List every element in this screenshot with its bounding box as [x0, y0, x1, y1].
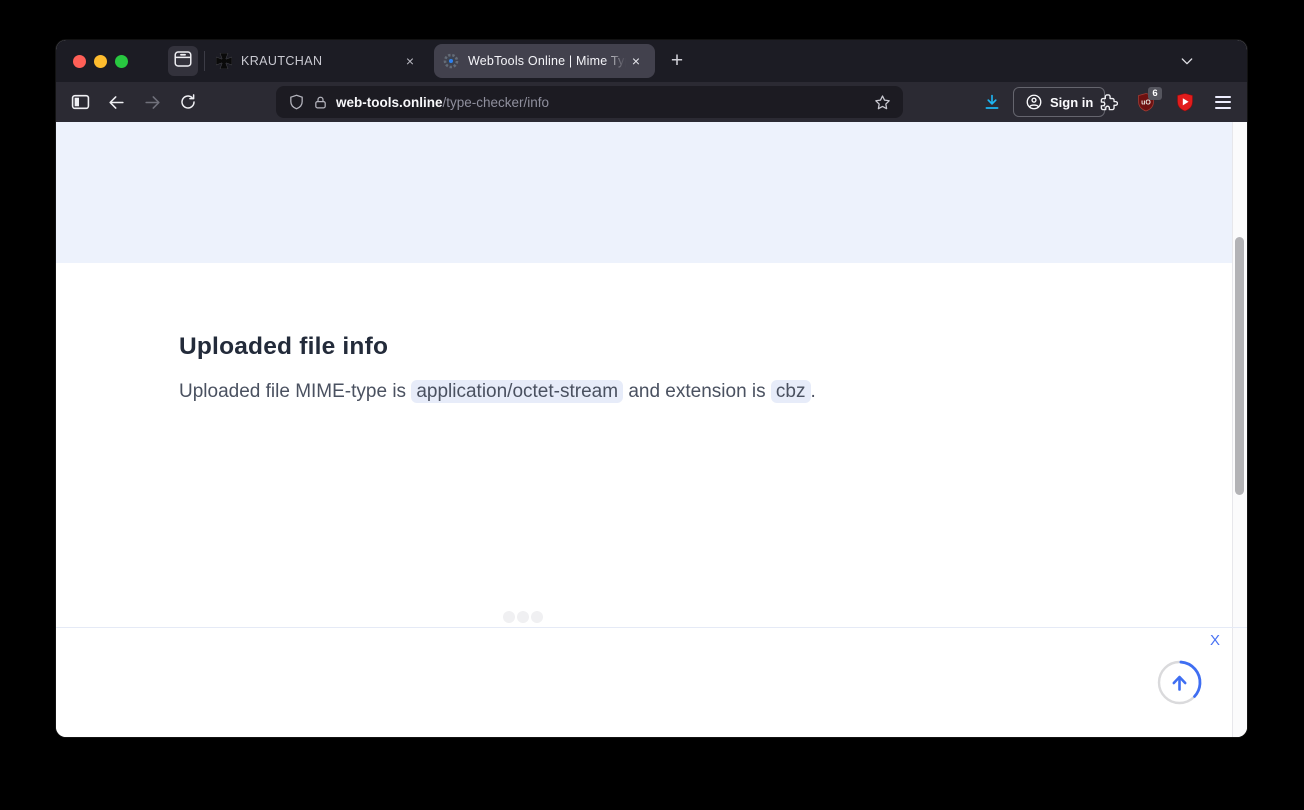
list-all-tabs-button[interactable]	[1172, 46, 1202, 76]
close-window-button[interactable]	[73, 55, 86, 68]
reload-icon	[179, 93, 197, 111]
tab-close-icon[interactable]: ×	[400, 51, 420, 71]
sign-in-label: Sign in	[1050, 95, 1093, 110]
tab-strip: KRAUTCHAN × WebTools Online | Mime Type …	[56, 40, 1247, 82]
tab-divider	[204, 51, 205, 71]
sign-in-button[interactable]: Sign in	[1013, 87, 1105, 117]
banner-close-button[interactable]: X	[1205, 632, 1225, 649]
dot	[517, 611, 529, 623]
firefox-view-icon	[173, 50, 193, 73]
sidebar-toggle-button[interactable]	[66, 88, 94, 116]
ublock-badge: 6	[1148, 87, 1162, 100]
red-play-shield-icon	[1175, 92, 1195, 112]
page-viewport: Uploaded file info Uploaded file MIME-ty…	[56, 122, 1247, 737]
shield-icon	[288, 93, 305, 111]
back-arrow-icon	[107, 93, 126, 112]
download-icon	[983, 93, 1001, 111]
menu-button[interactable]	[1209, 88, 1237, 116]
scroll-to-top-button[interactable]	[1156, 659, 1203, 706]
gear-favicon-icon	[443, 53, 459, 69]
extension-value: cbz	[771, 380, 811, 403]
tab-webtools-active[interactable]: WebTools Online | Mime Type Ch ×	[434, 44, 655, 78]
tab-title: WebTools Online | Mime Type Ch	[468, 54, 626, 68]
puzzle-piece-icon	[1099, 93, 1118, 112]
info-prefix: Uploaded file MIME-type is	[179, 381, 411, 402]
browser-window: KRAUTCHAN × WebTools Online | Mime Type …	[56, 40, 1247, 737]
scrollbar-track[interactable]	[1232, 122, 1247, 737]
tab-title: KRAUTCHAN	[241, 54, 400, 68]
account-avatar-icon	[1025, 93, 1043, 111]
chevron-down-icon	[1179, 53, 1195, 69]
bookmark-star-icon[interactable]	[874, 94, 891, 111]
krautchan-cross-favicon-icon	[216, 53, 232, 69]
file-info-text: Uploaded file MIME-type is application/o…	[179, 378, 816, 406]
forward-arrow-icon	[143, 93, 162, 112]
firefox-view-button[interactable]	[168, 46, 198, 76]
ublock-shield-icon: uO 6	[1136, 92, 1156, 112]
address-bar[interactable]: web-tools.online/type-checker/info	[276, 86, 903, 118]
banner-top-border	[56, 627, 1247, 628]
ublock-origin-button[interactable]: uO 6	[1132, 88, 1160, 116]
info-middle: and extension is	[623, 381, 771, 402]
page-title: Uploaded file info	[179, 333, 388, 361]
url-domain: web-tools.online	[336, 95, 443, 110]
zoom-window-button[interactable]	[115, 55, 128, 68]
mime-type-value: application/octet-stream	[411, 380, 623, 403]
hamburger-menu-icon	[1215, 96, 1231, 109]
tab-close-icon[interactable]: ×	[626, 51, 646, 71]
back-button[interactable]	[102, 88, 130, 116]
dot	[503, 611, 515, 623]
new-tab-button[interactable]: +	[662, 46, 692, 76]
adblock-youtube-button[interactable]	[1171, 88, 1199, 116]
tab-krautchan[interactable]: KRAUTCHAN ×	[206, 40, 430, 82]
navigation-toolbar: web-tools.online/type-checker/info	[56, 82, 1247, 122]
minimize-window-button[interactable]	[94, 55, 107, 68]
sidebar-icon	[71, 94, 90, 110]
lock-icon	[313, 94, 328, 111]
ad-loading-dots	[503, 611, 543, 623]
downloads-button[interactable]	[978, 88, 1006, 116]
info-suffix: .	[811, 381, 816, 402]
extensions-button[interactable]	[1094, 88, 1122, 116]
url-path: /type-checker/info	[443, 95, 550, 110]
forward-button[interactable]	[138, 88, 166, 116]
scrollbar-thumb[interactable]	[1235, 237, 1244, 495]
ublock-letters: uO	[1141, 100, 1151, 107]
reload-button[interactable]	[174, 88, 202, 116]
page-hero-band	[56, 122, 1232, 263]
traffic-lights	[73, 40, 128, 82]
dot	[531, 611, 543, 623]
url-text: web-tools.online/type-checker/info	[336, 95, 549, 110]
